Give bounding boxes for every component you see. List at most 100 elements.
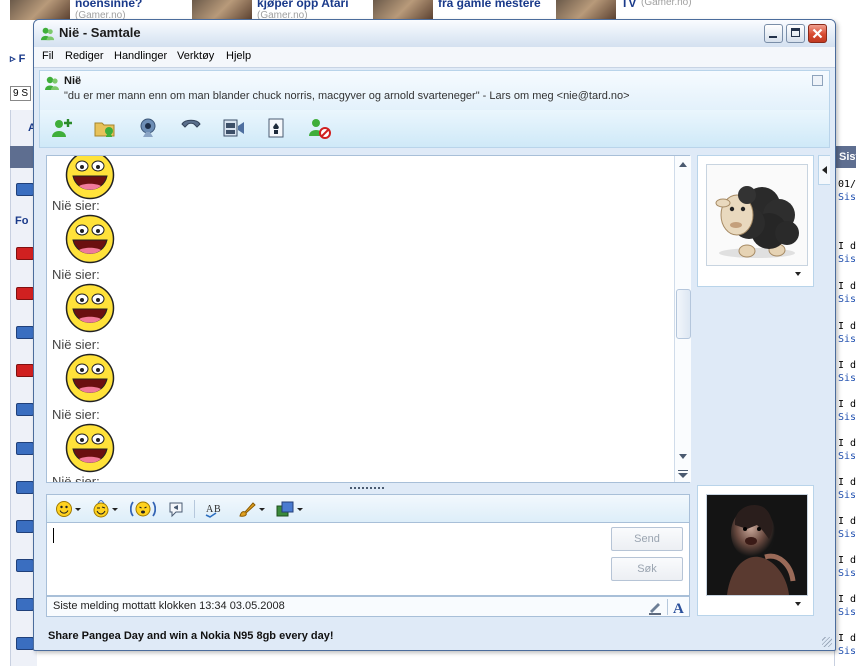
last-post-cell[interactable]: I dSist bbox=[838, 515, 856, 541]
last-post-link[interactable]: Sist bbox=[838, 567, 856, 580]
last-post-cell[interactable]: I dSist bbox=[838, 437, 856, 463]
own-display-picture[interactable] bbox=[706, 494, 808, 596]
nudge-icon[interactable] bbox=[130, 500, 156, 518]
voice-clip-icon[interactable] bbox=[167, 500, 185, 518]
emoticon-menu-icon[interactable] bbox=[55, 500, 83, 518]
headline-link[interactable]: kjøper opp Atari bbox=[257, 0, 349, 10]
menu-tools[interactable]: Verktøy bbox=[177, 50, 214, 62]
message-input[interactable] bbox=[46, 522, 690, 596]
headline-thumbnail[interactable] bbox=[10, 0, 70, 20]
font-icon[interactable]: A bbox=[671, 599, 687, 615]
search-button[interactable]: Søk bbox=[611, 557, 683, 581]
contact-display-picture-panel bbox=[697, 155, 814, 287]
last-post-cell[interactable]: I dSist bbox=[838, 476, 856, 502]
contact-name[interactable]: Niё bbox=[64, 75, 81, 87]
scroll-to-end-icon[interactable] bbox=[678, 470, 688, 478]
own-picture-options-icon[interactable] bbox=[795, 602, 801, 606]
forum-section-link[interactable]: ▹ F bbox=[10, 52, 25, 65]
headline-link[interactable]: noensinne? bbox=[75, 0, 142, 10]
last-message-status: Siste melding mottatt klokken 13:34 03.0… bbox=[53, 600, 285, 612]
last-post-link[interactable]: Sist bbox=[838, 333, 856, 346]
menu-edit[interactable]: Rediger bbox=[65, 50, 104, 62]
headline-thumbnail[interactable] bbox=[556, 0, 616, 20]
page-count-box[interactable]: 9 S bbox=[10, 86, 32, 101]
last-post-cell[interactable]: I dSist bbox=[838, 593, 856, 619]
collapse-pictures-button[interactable] bbox=[818, 155, 830, 185]
last-post-link[interactable]: Sist bbox=[838, 253, 856, 266]
last-post-cell[interactable]: I dSist bbox=[838, 554, 856, 580]
background-brush-menu-icon[interactable] bbox=[237, 500, 267, 518]
last-post-link[interactable]: Sist bbox=[838, 645, 856, 658]
headline-link[interactable]: TV bbox=[621, 0, 636, 10]
last-post-cell[interactable]: I dSist bbox=[838, 240, 856, 266]
last-post-cell[interactable]: I dSist bbox=[838, 398, 856, 424]
minimize-button[interactable] bbox=[764, 24, 783, 43]
call-icon[interactable] bbox=[179, 116, 203, 140]
picture-options-icon[interactable] bbox=[795, 272, 801, 276]
invite-contact-icon[interactable] bbox=[50, 116, 74, 140]
spell-check-icon[interactable]: AB bbox=[204, 500, 228, 518]
message-entry: Niё sier: bbox=[52, 267, 115, 336]
last-post-cell[interactable]: I dSist bbox=[838, 632, 856, 658]
maximize-button[interactable] bbox=[786, 24, 805, 43]
send-file-icon[interactable] bbox=[93, 116, 117, 140]
last-post-link[interactable]: Sist bbox=[838, 528, 856, 541]
last-post-cell[interactable]: 01/Sist bbox=[838, 178, 856, 204]
headline-link[interactable]: fra gamle mestere bbox=[438, 0, 541, 10]
webcam-icon[interactable] bbox=[136, 116, 160, 140]
wink-menu-icon[interactable] bbox=[92, 500, 120, 518]
message-entry: Niё sier: bbox=[52, 337, 115, 406]
action-toolbar bbox=[39, 110, 830, 148]
handwriting-icon[interactable] bbox=[647, 599, 663, 615]
black-sheep-picture bbox=[707, 165, 807, 265]
conversation-scrollbar[interactable] bbox=[674, 156, 691, 482]
last-post-link[interactable]: Sist bbox=[838, 191, 856, 204]
advertisement-link[interactable]: Share Pangea Day and win a Nokia N95 8gb… bbox=[48, 630, 334, 642]
last-post-link[interactable]: Sist bbox=[838, 411, 856, 424]
message-entry: Niё sier: bbox=[52, 474, 100, 482]
forum-category-label: Fo bbox=[15, 215, 29, 227]
message-sender: Niё sier: bbox=[52, 407, 100, 422]
status-divider bbox=[667, 599, 668, 615]
last-post-link[interactable]: Sist bbox=[838, 606, 856, 619]
message-entry: Niё sier: bbox=[52, 198, 115, 267]
last-post-date: I d bbox=[838, 477, 856, 488]
awesome-smiley-icon bbox=[65, 283, 115, 333]
close-button[interactable] bbox=[808, 24, 827, 43]
last-post-cell[interactable]: I dSist bbox=[838, 320, 856, 346]
last-post-link[interactable]: Sist bbox=[838, 372, 856, 385]
last-post-link[interactable]: Sist bbox=[838, 450, 856, 463]
last-post-link[interactable]: Sist bbox=[838, 489, 856, 502]
games-icon[interactable] bbox=[265, 116, 289, 140]
awesome-smiley-icon bbox=[65, 214, 115, 264]
resize-grip[interactable] bbox=[822, 637, 832, 647]
folder-icon bbox=[16, 520, 34, 533]
own-display-picture-panel bbox=[697, 485, 814, 616]
pane-splitter-handle[interactable] bbox=[350, 487, 384, 492]
scroll-down-icon[interactable] bbox=[679, 454, 687, 459]
headline-thumbnail[interactable] bbox=[192, 0, 252, 20]
last-post-link[interactable]: Sist bbox=[838, 293, 856, 306]
block-contact-icon[interactable] bbox=[308, 116, 332, 140]
display-picture-menu-icon[interactable] bbox=[275, 500, 305, 518]
contact-display-picture[interactable] bbox=[706, 164, 808, 266]
headline-thumbnail[interactable] bbox=[373, 0, 433, 20]
scrollbar-thumb[interactable] bbox=[676, 289, 691, 339]
last-post-cell[interactable]: I dSist bbox=[838, 280, 856, 306]
last-post-date: I d bbox=[838, 241, 856, 252]
last-post-cell[interactable]: I dSist bbox=[838, 359, 856, 385]
folder-icon bbox=[16, 326, 34, 339]
send-button[interactable]: Send bbox=[611, 527, 683, 551]
menu-actions[interactable]: Handlinger bbox=[114, 50, 167, 62]
window-title: Niё - Samtale bbox=[59, 25, 141, 40]
conversation-history[interactable]: Niё sier: Niё sier: Niё sier: Niё sier: … bbox=[46, 155, 690, 483]
last-post-date: I d bbox=[838, 633, 856, 644]
menu-file[interactable]: Fil bbox=[42, 50, 54, 62]
contact-status-icon bbox=[45, 76, 59, 90]
menu-help[interactable]: Hjelp bbox=[226, 50, 251, 62]
title-bar[interactable]: Niё - Samtale bbox=[34, 20, 835, 48]
video-icon[interactable] bbox=[222, 116, 246, 140]
scroll-up-icon[interactable] bbox=[679, 162, 687, 167]
folder-icon bbox=[16, 183, 34, 196]
expand-header-button[interactable] bbox=[812, 75, 823, 86]
